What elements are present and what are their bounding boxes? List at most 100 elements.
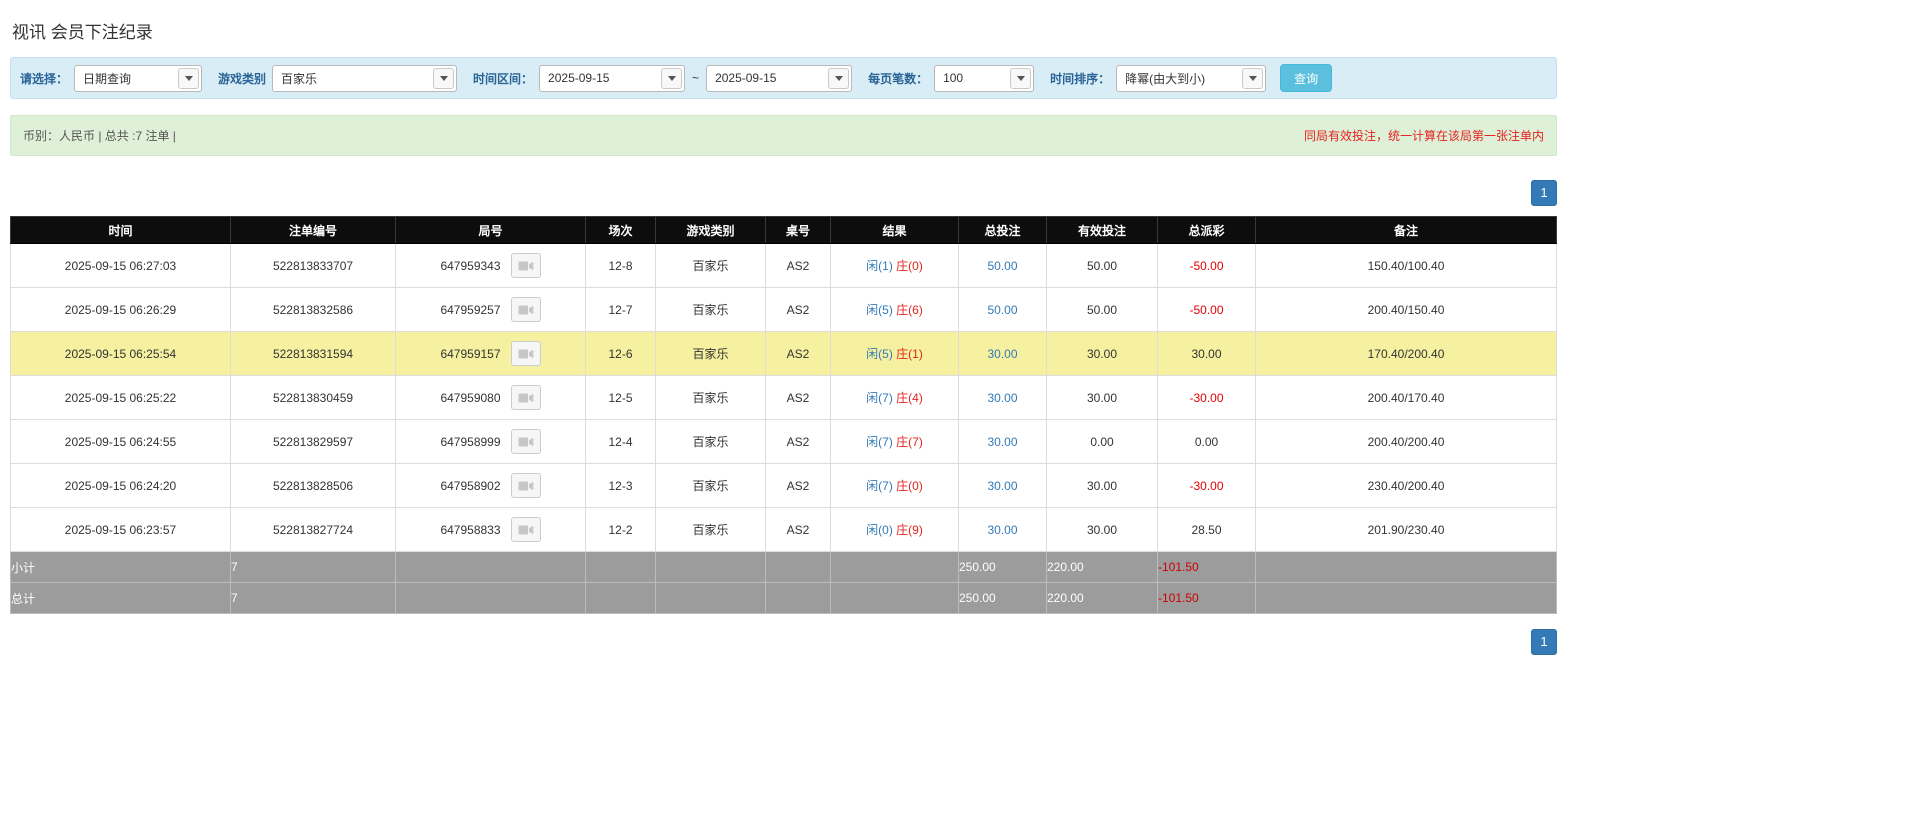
total-label: 总计 bbox=[10, 582, 231, 614]
total-count: 7 bbox=[230, 582, 396, 614]
round-number: 647958999 bbox=[440, 434, 501, 449]
valid-bet: 50.00 bbox=[1046, 243, 1158, 288]
search-button[interactable]: 查询 bbox=[1280, 64, 1333, 92]
total-bet[interactable]: 30.00 bbox=[958, 331, 1047, 376]
video-camera-icon bbox=[518, 261, 533, 270]
header-game-type: 游戏类别 bbox=[655, 216, 766, 244]
result-cell: 闲(1) 庄(0) bbox=[830, 243, 959, 288]
result-banker: 庄(1) bbox=[896, 347, 923, 361]
session: 12-8 bbox=[585, 243, 656, 288]
total-bet[interactable]: 50.00 bbox=[958, 243, 1047, 288]
session: 12-3 bbox=[585, 463, 656, 508]
video-replay-button[interactable] bbox=[510, 297, 541, 322]
total-bet[interactable]: 30.00 bbox=[958, 419, 1047, 464]
result-cell: 闲(5) 庄(1) bbox=[830, 331, 959, 376]
notice-text: 同局有效投注，统一计算在该局第一张注单内 bbox=[1303, 129, 1544, 143]
result-player: 闲(7) bbox=[866, 479, 893, 493]
result-cell: 闲(7) 庄(4) bbox=[830, 375, 959, 420]
bet-id: 522813828506 bbox=[230, 463, 396, 508]
round-number: 647958902 bbox=[440, 478, 501, 493]
subtotal-count: 7 bbox=[230, 551, 396, 583]
round-cell: 647958999 bbox=[395, 419, 586, 464]
total-bet[interactable]: 30.00 bbox=[958, 375, 1047, 420]
result-player: 闲(0) bbox=[866, 523, 893, 537]
total-bet[interactable]: 30.00 bbox=[958, 507, 1047, 552]
chevron-down-icon bbox=[1010, 67, 1032, 89]
payout: -30.00 bbox=[1157, 375, 1256, 420]
bet-id: 522813829597 bbox=[230, 419, 396, 464]
note: 170.40/200.40 bbox=[1255, 331, 1557, 376]
bet-id: 522813830459 bbox=[230, 375, 396, 420]
table-footer: 小计 7 250.00 220.00 -101.50 总计 7 250.00 2… bbox=[10, 551, 1557, 614]
payout: 28.50 bbox=[1157, 507, 1256, 552]
page-1-button[interactable]: 1 bbox=[1531, 180, 1557, 206]
table-row: 2025-09-15 06:26:29 522813832586 6479592… bbox=[10, 287, 1557, 332]
video-replay-button[interactable] bbox=[510, 517, 541, 542]
query-type-select[interactable]: 日期查询 bbox=[74, 64, 203, 92]
table-no: AS2 bbox=[765, 287, 831, 332]
page-title: 视讯 会员下注纪录 bbox=[12, 23, 153, 42]
bet-time: 2025-09-15 06:27:03 bbox=[10, 243, 231, 288]
total-bet[interactable]: 30.00 bbox=[958, 463, 1047, 508]
header-result: 结果 bbox=[830, 216, 959, 244]
header-bet-id: 注单编号 bbox=[230, 216, 396, 244]
round-number: 647959257 bbox=[440, 302, 501, 317]
payout: -50.00 bbox=[1157, 243, 1256, 288]
video-camera-icon bbox=[518, 437, 533, 446]
bet-time: 2025-09-15 06:26:29 bbox=[10, 287, 231, 332]
header-session: 场次 bbox=[585, 216, 656, 244]
header-note: 备注 bbox=[1255, 216, 1557, 244]
round-number: 647958833 bbox=[440, 522, 501, 537]
valid-bet: 30.00 bbox=[1046, 463, 1158, 508]
round-cell: 647959257 bbox=[395, 287, 586, 332]
table-row: 2025-09-15 06:24:20 522813828506 6479589… bbox=[10, 463, 1557, 508]
pagination-bottom: 1 bbox=[10, 629, 1557, 655]
round-number: 647959080 bbox=[440, 390, 501, 405]
page-1-button[interactable]: 1 bbox=[1531, 629, 1557, 655]
table-no: AS2 bbox=[765, 463, 831, 508]
payout: -30.00 bbox=[1157, 463, 1256, 508]
date-to-select[interactable]: 2025-09-15 bbox=[706, 64, 853, 92]
result-player: 闲(7) bbox=[866, 435, 893, 449]
total-valid-bet: 220.00 bbox=[1046, 582, 1158, 614]
result-banker: 庄(7) bbox=[896, 435, 923, 449]
time-sort-select[interactable]: 降幂(由大到小) bbox=[1116, 64, 1267, 92]
session: 12-4 bbox=[585, 419, 656, 464]
subtotal-total-bet: 250.00 bbox=[958, 551, 1047, 583]
header-round: 局号 bbox=[395, 216, 586, 244]
result-cell: 闲(0) 庄(9) bbox=[830, 507, 959, 552]
date-from-select[interactable]: 2025-09-15 bbox=[539, 64, 686, 92]
page-size-select[interactable]: 100 bbox=[934, 64, 1035, 92]
pagination-top: 1 bbox=[10, 180, 1557, 206]
video-replay-button[interactable] bbox=[510, 429, 541, 454]
table-row: 2025-09-15 06:23:57 522813827724 6479588… bbox=[10, 507, 1557, 552]
subtotal-payout: -101.50 bbox=[1157, 551, 1256, 583]
result-player: 闲(5) bbox=[866, 347, 893, 361]
result-banker: 庄(0) bbox=[896, 259, 923, 273]
video-camera-icon bbox=[518, 349, 533, 358]
round-cell: 647958833 bbox=[395, 507, 586, 552]
payout: 30.00 bbox=[1157, 331, 1256, 376]
game-type: 百家乐 bbox=[655, 463, 766, 508]
page-content: 视讯 会员下注纪录 请选择： 日期查询 游戏类别 百家乐 时间区间： 2025-… bbox=[10, 0, 1557, 655]
video-replay-button[interactable] bbox=[510, 253, 541, 278]
result-player: 闲(7) bbox=[866, 391, 893, 405]
game-type: 百家乐 bbox=[655, 331, 766, 376]
video-camera-icon bbox=[518, 305, 533, 314]
game-type: 百家乐 bbox=[655, 419, 766, 464]
video-replay-button[interactable] bbox=[510, 473, 541, 498]
valid-bet: 30.00 bbox=[1046, 375, 1158, 420]
subtotal-label: 小计 bbox=[10, 551, 231, 583]
table-no: AS2 bbox=[765, 507, 831, 552]
game-type-select[interactable]: 百家乐 bbox=[272, 64, 458, 92]
video-replay-button[interactable] bbox=[510, 385, 541, 410]
video-replay-button[interactable] bbox=[510, 341, 541, 366]
session: 12-2 bbox=[585, 507, 656, 552]
total-bet[interactable]: 50.00 bbox=[958, 287, 1047, 332]
chevron-down-icon bbox=[1242, 67, 1264, 89]
game-type: 百家乐 bbox=[655, 507, 766, 552]
table-header: 时间 注单编号 局号 场次 游戏类别 桌号 结果 总投注 有效投注 总派彩 备注 bbox=[10, 216, 1557, 244]
header-payout: 总派彩 bbox=[1157, 216, 1256, 244]
result-cell: 闲(5) 庄(6) bbox=[830, 287, 959, 332]
subtotal-row: 小计 7 250.00 220.00 -101.50 bbox=[10, 551, 1557, 583]
